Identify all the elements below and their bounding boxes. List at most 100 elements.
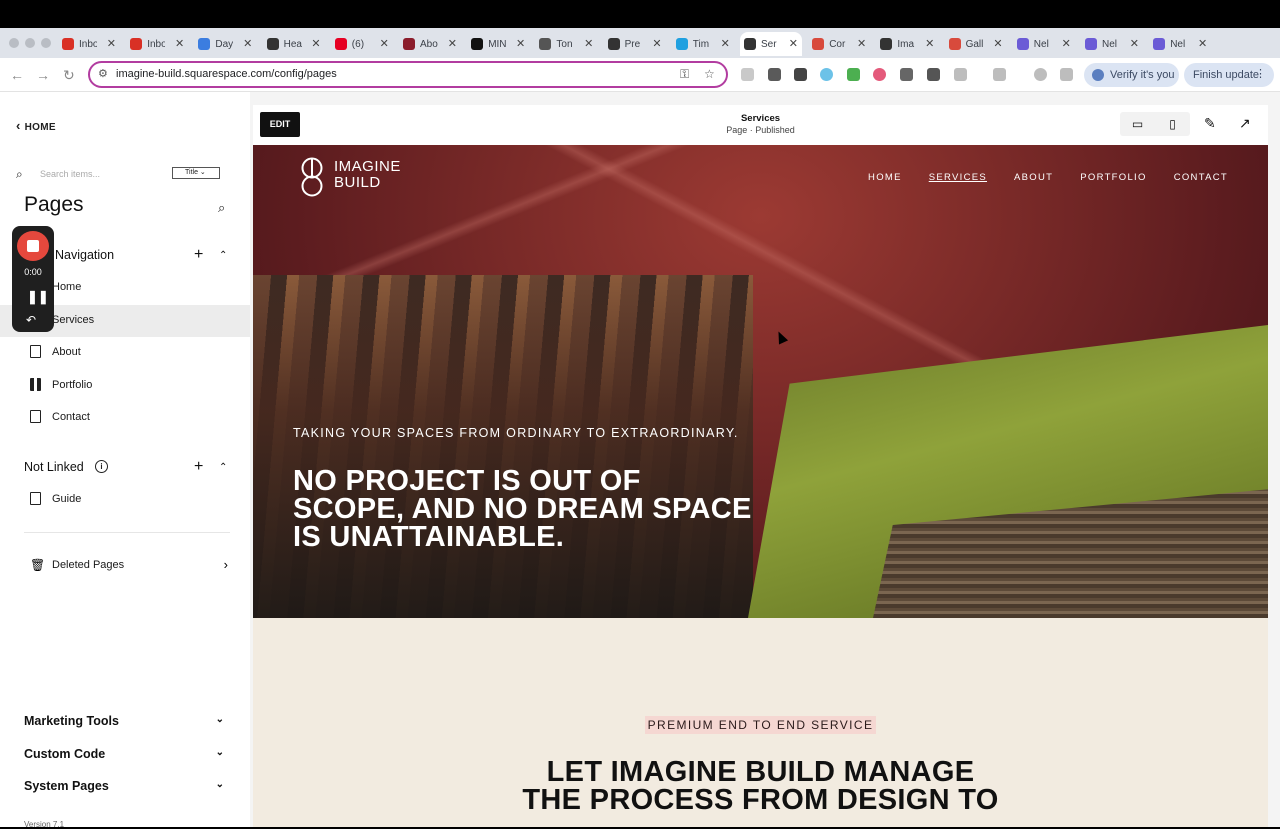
tab-close-icon[interactable]: ✕ <box>925 37 934 50</box>
sidebar-item-portfolio[interactable]: Portfolio <box>0 370 250 402</box>
site-navigation: HOME SERVICES ABOUT PORTFOLIO CONTACT <box>868 172 1228 183</box>
tab-title: Hea <box>283 38 302 50</box>
tab-close-icon[interactable]: ✕ <box>584 37 593 50</box>
password-key-icon[interactable]: ⚿ <box>680 67 689 82</box>
site-settings-icon[interactable]: ⚙ <box>98 67 108 80</box>
back-arrow-icon[interactable]: ← <box>10 67 24 83</box>
address-bar[interactable]: ⚙ imagine-build.squarespace.com/config/p… <box>88 61 728 88</box>
tab-close-icon[interactable]: ✕ <box>1130 37 1139 50</box>
browser-tab[interactable]: Nel ✕ <box>1149 32 1211 56</box>
script-extension-icon[interactable] <box>927 68 940 81</box>
browser-tab[interactable]: Gall ✕ <box>945 32 1007 56</box>
window-close-dot[interactable] <box>9 38 19 48</box>
browser-tab[interactable]: Ima ✕ <box>876 32 938 56</box>
window-minimize-dot[interactable] <box>25 38 35 48</box>
tab-close-icon[interactable]: ✕ <box>311 37 320 50</box>
deleted-pages-row[interactable]: 🗑 Deleted Pages › <box>24 557 230 575</box>
notion-extension-icon[interactable] <box>768 68 781 81</box>
tab-close-icon[interactable]: ✕ <box>1062 37 1071 50</box>
tab-close-icon[interactable]: ✕ <box>789 37 798 50</box>
sidebar-item-label: Services <box>52 313 95 326</box>
camera-extension-icon[interactable] <box>741 68 754 81</box>
grid-extension-icon[interactable] <box>794 68 807 81</box>
desktop-view-icon[interactable]: ▭ <box>1120 112 1155 136</box>
site-styles-brush-icon[interactable]: ✎ <box>1204 115 1216 132</box>
add-unlinked-plus-icon[interactable]: + <box>194 458 203 476</box>
site-nav-home[interactable]: HOME <box>868 172 902 183</box>
undo-icon[interactable]: ↶ <box>26 313 36 327</box>
tab-close-icon[interactable]: ✕ <box>380 37 389 50</box>
heart-extension-icon[interactable] <box>873 68 886 81</box>
circle-extension-icon[interactable] <box>820 68 833 81</box>
sync-icon[interactable] <box>1034 68 1047 81</box>
tab-close-icon[interactable]: ✕ <box>243 37 252 50</box>
forward-arrow-icon[interactable]: → <box>36 67 50 83</box>
browser-tab[interactable]: Hea ✕ <box>263 32 325 56</box>
media-controls-icon[interactable] <box>1060 68 1073 81</box>
kebab-menu-icon[interactable]: ⋮ <box>1255 67 1266 80</box>
sidebar-item-contact[interactable]: Contact <box>0 402 250 434</box>
mobile-view-icon[interactable]: ▯ <box>1155 112 1190 136</box>
reload-icon[interactable]: ↻ <box>63 67 75 84</box>
browser-tab[interactable]: Inbo ✕ <box>126 32 188 56</box>
browser-tab[interactable]: Nel ✕ <box>1081 32 1143 56</box>
back-home-link[interactable]: ‹ HOME <box>16 118 56 133</box>
add-page-plus-icon[interactable]: + <box>194 246 203 264</box>
tab-close-icon[interactable]: ✕ <box>993 37 1002 50</box>
browser-tab[interactable]: Ton ✕ <box>535 32 597 56</box>
custom-code-section[interactable]: Custom Code ⌄ <box>24 747 230 767</box>
finish-update-button[interactable]: Finish update ⋮ <box>1184 63 1274 87</box>
info-icon[interactable]: i <box>95 460 108 473</box>
window-zoom-dot[interactable] <box>41 38 51 48</box>
record-stop-button[interactable] <box>17 231 49 261</box>
browser-tab[interactable]: MIN ✕ <box>467 32 529 56</box>
sidebar-item-label: Home <box>52 281 82 293</box>
green-extension-icon[interactable] <box>847 68 860 81</box>
sidebar-item-label: Guide <box>52 493 82 505</box>
sidebar-item-guide[interactable]: Guide <box>0 484 250 516</box>
site-logo[interactable]: IMAGINE BUILD <box>298 157 408 199</box>
browser-tab[interactable]: Inbo ✕ <box>58 32 120 56</box>
marketing-tools-section[interactable]: Marketing Tools ⌄ <box>24 714 230 734</box>
browser-tab[interactable]: (6) ✕ <box>331 32 393 56</box>
site-nav-contact[interactable]: CONTACT <box>1174 172 1228 183</box>
collapse-caret-icon[interactable]: ⌃ <box>219 250 227 261</box>
site-nav-about[interactable]: ABOUT <box>1014 172 1053 183</box>
sidebar-item-about[interactable]: About <box>0 337 250 369</box>
deleted-pages-label: Deleted Pages <box>52 559 125 571</box>
tab-close-icon[interactable]: ✕ <box>857 37 866 50</box>
site-nav-services[interactable]: SERVICES <box>929 172 987 183</box>
browser-tab[interactable]: Ser ✕ <box>740 32 802 56</box>
url-text[interactable]: imagine-build.squarespace.com/config/pag… <box>116 68 337 80</box>
browser-tab[interactable]: Cor ✕ <box>808 32 870 56</box>
tab-close-icon[interactable]: ✕ <box>107 37 116 50</box>
editor-page-name: Services <box>740 113 781 124</box>
sort-select[interactable]: Title ⌄ <box>172 167 220 179</box>
puzzle-extensions-icon[interactable] <box>954 68 967 81</box>
browser-tab[interactable]: Day ✕ <box>194 32 256 56</box>
pause-icon[interactable]: ❚❚ <box>27 289 49 305</box>
side-panel-icon[interactable] <box>993 68 1006 81</box>
browser-tab[interactable]: Pre ✕ <box>604 32 666 56</box>
verify-identity-button[interactable]: Verify it's you <box>1084 63 1179 87</box>
pages-search-icon[interactable]: ⌕ <box>218 200 225 216</box>
dark-extension-icon[interactable] <box>900 68 913 81</box>
system-pages-section[interactable]: System Pages ⌄ <box>24 779 230 799</box>
tab-close-icon[interactable]: ✕ <box>721 37 730 50</box>
browser-tab[interactable]: Abo ✕ <box>399 32 461 56</box>
search-input[interactable]: Search items... <box>40 169 100 179</box>
collapse-unlinked-caret-icon[interactable]: ⌃ <box>219 462 227 473</box>
tab-title: Nel <box>1102 38 1118 50</box>
tab-close-icon[interactable]: ✕ <box>652 37 661 50</box>
bookmark-star-icon[interactable]: ☆ <box>704 67 715 81</box>
editor-page-status: Page · Published <box>726 125 795 135</box>
tab-close-icon[interactable]: ✕ <box>448 37 457 50</box>
tab-close-icon[interactable]: ✕ <box>516 37 525 50</box>
tab-favicon-icon <box>1153 38 1166 50</box>
open-external-arrow-icon[interactable]: ↗ <box>1239 115 1251 132</box>
browser-tab[interactable]: Tim ✕ <box>672 32 734 56</box>
tab-close-icon[interactable]: ✕ <box>1198 37 1207 50</box>
browser-tab[interactable]: Nel ✕ <box>1013 32 1075 56</box>
site-nav-portfolio[interactable]: PORTFOLIO <box>1080 172 1146 183</box>
tab-close-icon[interactable]: ✕ <box>175 37 184 50</box>
